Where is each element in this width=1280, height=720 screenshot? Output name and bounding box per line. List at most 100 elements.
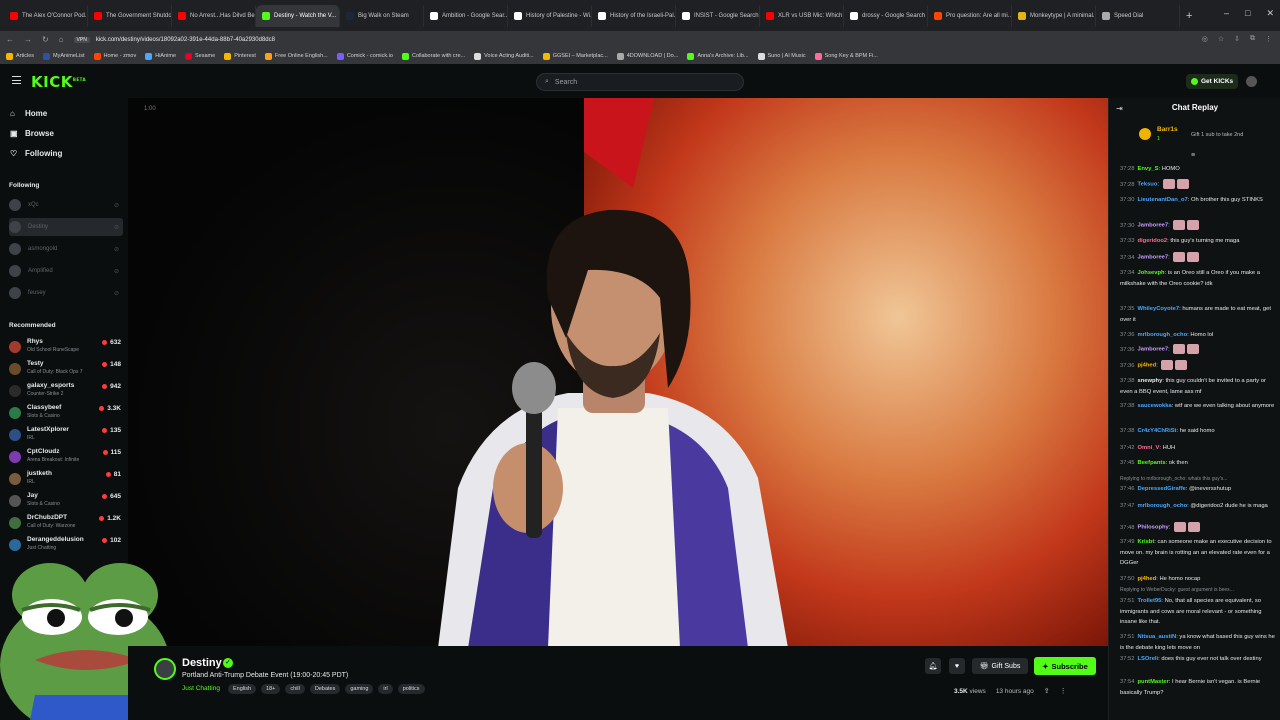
bookmark-item[interactable]: MyAnimeList — [43, 52, 85, 60]
bookmark-item[interactable]: Suno | AI Music — [757, 52, 806, 60]
chat-username[interactable]: Cr4zY4ChRiSt — [1138, 428, 1177, 434]
notification-off-icon[interactable]: ⊘ — [114, 224, 119, 231]
chat-username[interactable]: Nitsua_austiN — [1138, 634, 1177, 640]
camera-icon[interactable]: ◎ — [1202, 35, 1208, 43]
chat-username[interactable]: digeridoo2 — [1138, 238, 1168, 244]
gift-subs-button[interactable]: 🎁︎ Gift Subs — [972, 658, 1028, 674]
chat-username[interactable]: snewphy — [1138, 378, 1163, 384]
chat-username[interactable]: pj4hed — [1138, 363, 1157, 369]
pinned-gift-prompt[interactable]: Gift 1 sub to take 2nd — [1191, 132, 1243, 138]
recommended-channel-item[interactable]: DrChubzDPT Call of Duty: Warzone 1.2K — [9, 514, 121, 534]
notification-off-icon[interactable]: ⊘ — [114, 268, 119, 275]
reload-icon[interactable]: ↻ — [42, 35, 49, 44]
chat-username[interactable]: saucewokka — [1138, 403, 1172, 409]
browser-tab[interactable]: Ambition - Google Sear... — [424, 4, 508, 27]
browser-tab[interactable]: INSIST - Google Search — [676, 4, 760, 27]
browser-tab[interactable]: drossy - Google Search — [844, 4, 928, 27]
chat-username[interactable]: mrlborough_ocho — [1138, 332, 1188, 338]
stream-tag[interactable]: Debates — [309, 684, 341, 694]
new-tab-icon[interactable]: + — [1186, 10, 1192, 22]
chat-username[interactable]: Omni_V — [1138, 445, 1160, 451]
following-channel-item[interactable]: Amplified ⊘ — [9, 262, 123, 280]
browser-tab[interactable]: Big Walk on Steam — [340, 4, 424, 27]
vpn-badge[interactable]: VPN — [73, 36, 90, 43]
stream-tag[interactable]: English — [228, 684, 257, 694]
bookmark-icon[interactable]: ☆ — [1218, 35, 1224, 43]
stream-tag[interactable]: chill — [285, 684, 305, 694]
recommended-channel-item[interactable]: Testy Call of Duty: Black Ops 7 148 — [9, 360, 121, 380]
close-icon[interactable]: ✕ — [1266, 8, 1274, 19]
forward-icon[interactable]: → — [24, 35, 32, 44]
bookmark-item[interactable]: Pinterest — [224, 52, 256, 60]
nav-following[interactable]: ♡ Following — [10, 149, 62, 158]
chat-username[interactable]: Jamboree7 — [1138, 347, 1169, 353]
following-channel-item[interactable]: xQc ⊘ — [9, 196, 123, 214]
browser-tab[interactable]: XLR vs USB Mic: Which S... — [760, 4, 844, 27]
bookmark-item[interactable]: Home - zmov — [93, 52, 136, 60]
profile-avatar[interactable] — [1246, 76, 1257, 87]
bookmark-item[interactable]: GGSEI – Marketplac... — [542, 52, 608, 60]
recommended-channel-item[interactable]: Rhys Old School RuneScape 632 — [9, 338, 121, 358]
home-icon[interactable]: ⌂ — [59, 35, 64, 44]
category-link[interactable]: Just Chatting — [182, 685, 220, 692]
bookmark-item[interactable]: HiAnime — [145, 52, 176, 60]
chat-username[interactable]: Jamboree7 — [1138, 255, 1169, 261]
bookmark-item[interactable]: Sesame — [185, 52, 215, 60]
chat-username[interactable]: Envy_S — [1138, 166, 1159, 172]
url-text[interactable]: kick.com/destiny/videos/18092a02-391e-44… — [96, 37, 275, 43]
recommended-channel-item[interactable]: CptCloudz Arena Breakout: Infinite 115 — [9, 448, 121, 468]
kick-logo[interactable]: KICKBETA — [31, 73, 86, 91]
follow-heart-button[interactable]: ♥ — [949, 658, 965, 674]
bookmark-item[interactable]: Anna's Archive: Lib... — [687, 52, 749, 60]
bookmark-item[interactable]: Articles — [6, 52, 34, 60]
chat-username[interactable]: pj4hed — [1138, 576, 1157, 582]
chat-username[interactable]: LieutenantDan_o7 — [1138, 197, 1188, 203]
browser-tab[interactable]: Destiny - Watch the V... — [256, 4, 340, 27]
url-field[interactable]: VPN kick.com/destiny/videos/18092a02-391… — [73, 36, 275, 43]
browser-tab[interactable]: Speed Dial — [1096, 4, 1180, 27]
hamburger-menu-icon[interactable] — [12, 76, 21, 84]
browser-tab[interactable]: History of Palestine - Wi... — [508, 4, 592, 27]
nav-home[interactable]: ⌂ Home — [10, 109, 47, 118]
chat-filter-icon[interactable]: ≡ — [1191, 152, 1195, 159]
chat-username[interactable]: Johsevph — [1138, 270, 1165, 276]
chat-username[interactable]: mrlborough_ocho — [1138, 503, 1188, 509]
bookmark-item[interactable]: Song Key & BPM Fi... — [814, 52, 878, 60]
download-icon[interactable]: ⇩ — [1234, 35, 1240, 43]
channel-avatar[interactable] — [154, 658, 176, 680]
stream-tag[interactable]: politics — [397, 684, 425, 694]
browser-tab[interactable]: The Alex O'Connor Pod... — [4, 4, 88, 27]
bookmark-item[interactable]: Voice Acting Auditi... — [474, 52, 534, 60]
maximize-icon[interactable]: □ — [1245, 8, 1250, 19]
chat-username[interactable]: Teksuo — [1138, 182, 1158, 188]
share-icon[interactable]: ⇪ — [1044, 687, 1050, 695]
chat-username[interactable]: Trollet95 — [1138, 598, 1162, 604]
bookmark-item[interactable]: Comick - comick.io — [336, 52, 393, 60]
search-input[interactable]: ⌕ Search — [536, 73, 744, 91]
recommended-channel-item[interactable]: Derangeddelusion Just Chatting 102 — [9, 536, 121, 556]
following-channel-item[interactable]: feusey ⊘ — [9, 284, 123, 302]
chat-username[interactable]: Jamboree7 — [1138, 223, 1169, 229]
recommended-channel-item[interactable]: Jay Slots & Casino 645 — [9, 492, 121, 512]
pinned-gifter-name[interactable]: Barr1s — [1157, 126, 1178, 133]
notification-off-icon[interactable]: ⊘ — [114, 246, 119, 253]
notification-bell-button[interactable]: 🔔︎ — [925, 658, 941, 674]
notification-off-icon[interactable]: ⊘ — [114, 290, 119, 297]
channel-name[interactable]: Destiny — [182, 657, 222, 669]
following-channel-item[interactable]: Destiny ⊘ — [9, 218, 123, 236]
nav-browse[interactable]: ▣ Browse — [10, 129, 54, 138]
recommended-channel-item[interactable]: justketh IRL 81 — [9, 470, 121, 490]
chat-username[interactable]: DepressedGiraffe — [1138, 486, 1186, 492]
chat-username[interactable]: WhileyCoyote7 — [1138, 306, 1180, 312]
chat-username[interactable]: Philosophy — [1138, 525, 1169, 531]
chat-username[interactable]: puntMaster — [1138, 679, 1169, 685]
recommended-channel-item[interactable]: galaxy_esports Counter-Strike 2 942 — [9, 382, 121, 402]
get-kicks-button[interactable]: Get KICKs — [1186, 74, 1239, 89]
stream-tag[interactable]: gaming — [345, 684, 374, 694]
extensions-icon[interactable]: ⧉ — [1250, 35, 1255, 43]
bookmark-item[interactable]: 4DOWNLOAD | Do... — [616, 52, 678, 60]
browser-tab[interactable]: No Arrest...Has Dilvd Be... — [172, 4, 256, 27]
browser-tab[interactable]: The Government Shutdo... — [88, 4, 172, 27]
back-icon[interactable]: ← — [6, 35, 14, 44]
chat-username[interactable]: LSOreli — [1138, 656, 1159, 662]
